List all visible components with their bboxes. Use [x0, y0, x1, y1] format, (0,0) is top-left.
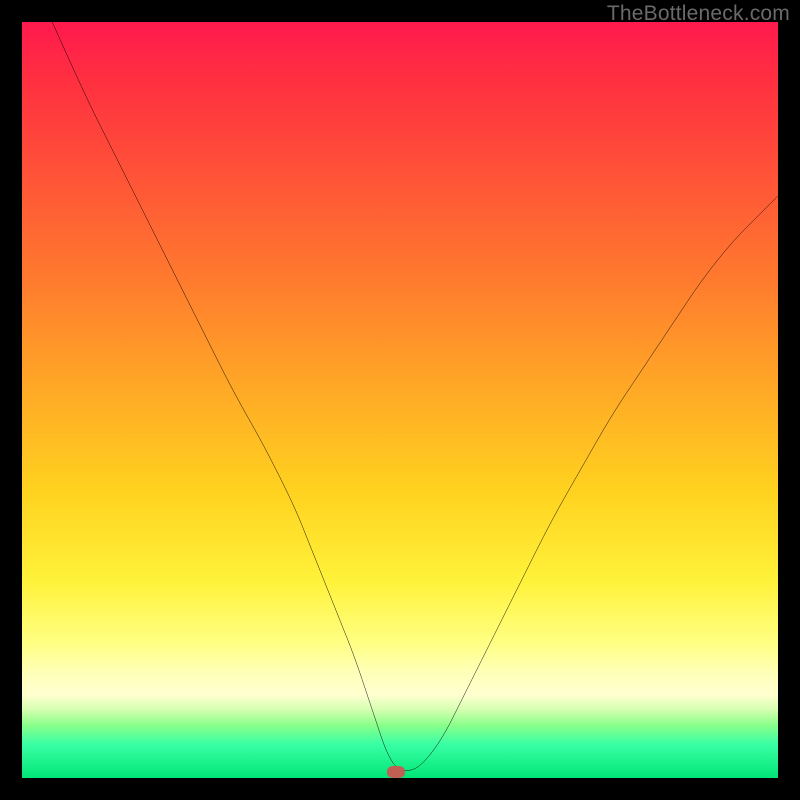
minimum-marker	[387, 766, 405, 778]
curve-path	[52, 22, 778, 770]
chart-frame	[22, 22, 778, 778]
bottleneck-curve	[22, 22, 778, 778]
